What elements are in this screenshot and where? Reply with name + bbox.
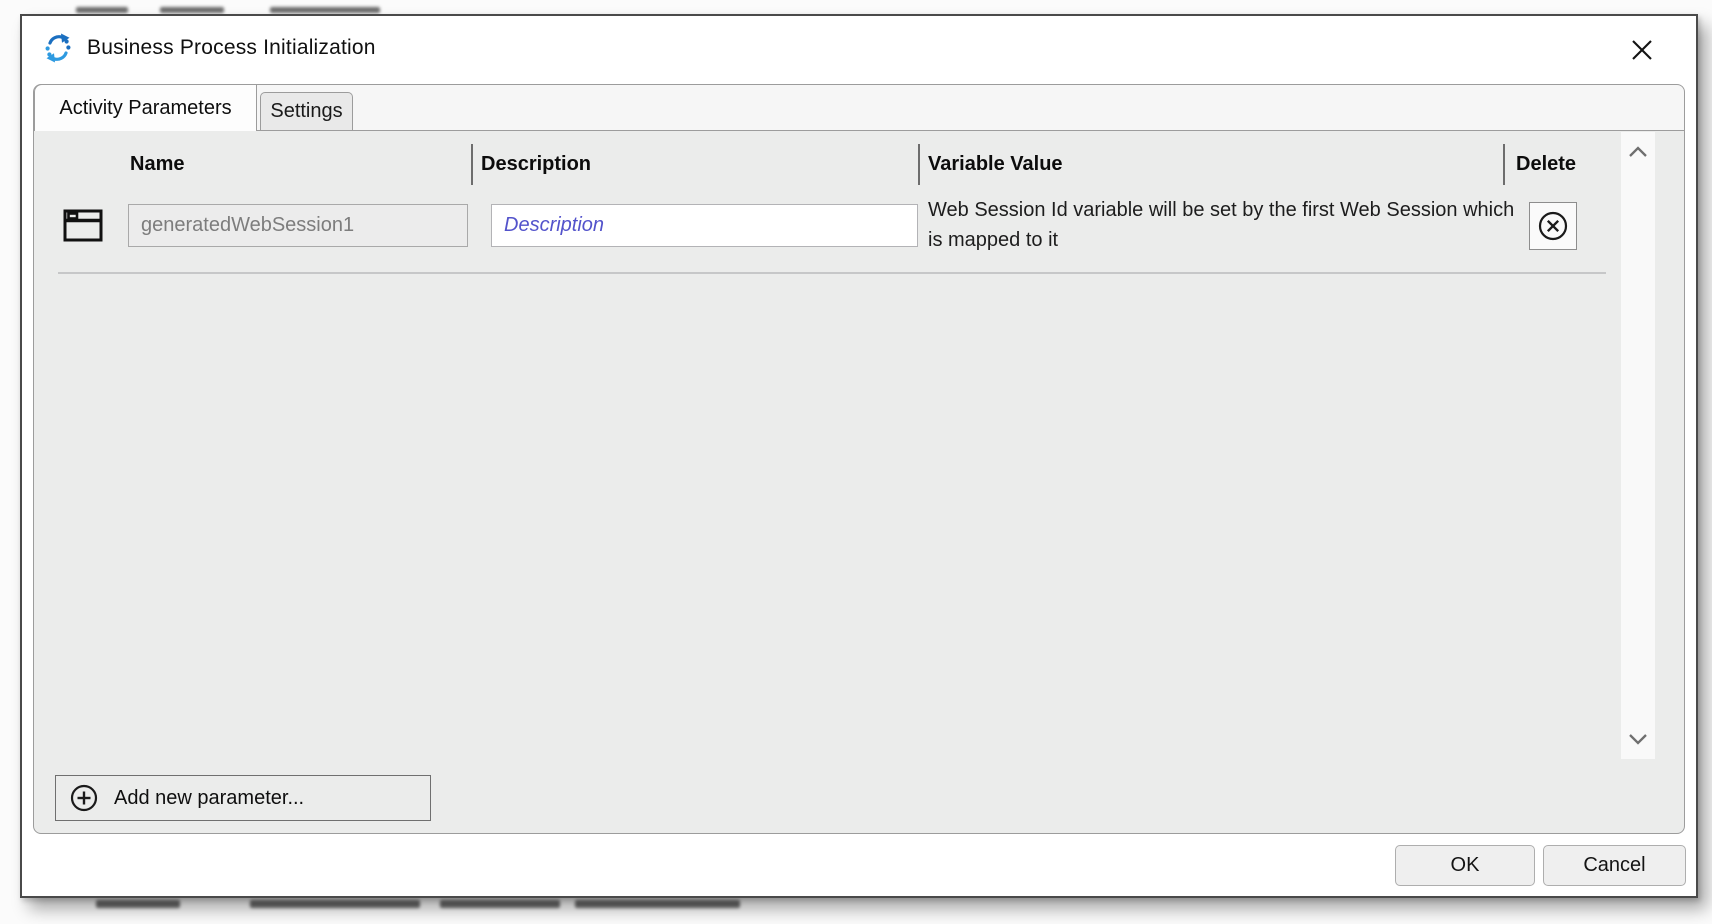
add-new-parameter-button[interactable]: Add new parameter... xyxy=(55,775,431,821)
dialog-business-process-initialization: Business Process Initialization Activity… xyxy=(20,14,1698,898)
tab-activity-parameters[interactable]: Activity Parameters xyxy=(34,84,257,131)
column-header-name: Name xyxy=(130,153,184,176)
chevron-down-icon xyxy=(1628,733,1648,745)
column-separator xyxy=(471,144,473,185)
column-header-variable-value: Variable Value xyxy=(928,153,1063,176)
cancel-button[interactable]: Cancel xyxy=(1543,845,1686,886)
page-title: Business Process Initialization xyxy=(87,36,376,60)
background-artifact xyxy=(250,900,420,908)
close-button[interactable] xyxy=(1626,34,1658,66)
background-artifact xyxy=(76,7,128,13)
tab-strip: Activity Parameters Settings xyxy=(33,84,1685,130)
title-bar: Business Process Initialization xyxy=(22,16,1696,80)
activity-parameters-page: Name Description Variable Value Delete W… xyxy=(33,130,1685,834)
parameter-description-input[interactable] xyxy=(491,204,918,247)
column-separator xyxy=(1503,144,1505,185)
ok-button[interactable]: OK xyxy=(1395,845,1535,886)
tab-control: Activity Parameters Settings Name Descri… xyxy=(33,84,1685,834)
scroll-down-button[interactable] xyxy=(1621,733,1655,745)
delete-parameter-button[interactable] xyxy=(1529,202,1577,250)
browser-window-icon xyxy=(60,201,107,248)
tab-label: Settings xyxy=(270,100,342,123)
parameter-name-input[interactable] xyxy=(128,204,468,247)
vertical-scrollbar[interactable] xyxy=(1621,132,1655,759)
variable-value-text: Web Session Id variable will be set by t… xyxy=(928,195,1518,255)
tab-settings[interactable]: Settings xyxy=(260,92,353,130)
dialog-footer: OK Cancel xyxy=(22,834,1696,896)
background-artifact xyxy=(440,900,560,908)
screen: Business Process Initialization Activity… xyxy=(0,0,1712,924)
background-artifact xyxy=(270,7,380,13)
circle-x-icon xyxy=(1536,209,1570,243)
background-artifact xyxy=(575,900,740,908)
add-new-parameter-label: Add new parameter... xyxy=(114,787,304,810)
row-separator xyxy=(58,272,1606,274)
background-artifact xyxy=(160,7,224,13)
chevron-up-icon xyxy=(1628,146,1648,158)
column-header-description: Description xyxy=(481,153,591,176)
sync-arrows-icon xyxy=(42,32,74,64)
circle-plus-icon xyxy=(69,783,99,813)
column-separator xyxy=(918,144,920,185)
background-artifact xyxy=(96,900,180,908)
tab-label: Activity Parameters xyxy=(59,97,231,120)
column-header-delete: Delete xyxy=(1516,153,1576,176)
close-icon xyxy=(1629,37,1655,63)
scroll-up-button[interactable] xyxy=(1621,146,1655,158)
